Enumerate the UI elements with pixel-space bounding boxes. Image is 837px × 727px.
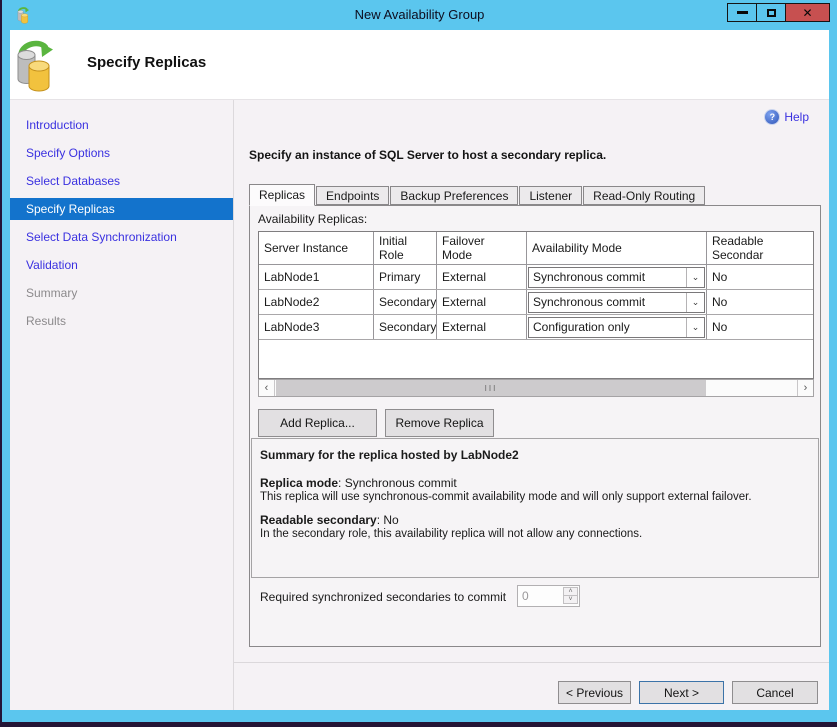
cell-failover-mode: External [437,315,527,339]
stepper-value: 0 [522,589,529,603]
cell-failover-mode: External [437,265,527,289]
step-validation[interactable]: Validation [10,254,233,276]
grid-header-row: Server Instance Initial Role Failover Mo… [259,232,813,265]
readable-secondary-description: In the secondary role, this availability… [260,528,810,540]
step-select-data-synchronization[interactable]: Select Data Synchronization [10,226,233,248]
replicas-grid: Server Instance Initial Role Failover Mo… [258,231,814,379]
wizard-steps-sidebar: Introduction Specify Options Select Data… [10,100,233,710]
col-server-instance: Server Instance [259,232,374,264]
close-button[interactable]: ✕ [785,3,830,22]
tab-strip: Replicas Endpoints Backup Preferences Li… [249,184,706,205]
replica-mode-label: Replica mode [260,476,338,490]
next-button[interactable]: Next > [639,681,724,704]
availability-mode-dropdown[interactable]: Configuration only ⌄ [528,317,705,338]
cancel-button[interactable]: Cancel [732,681,818,704]
window-title: New Availability Group [2,7,837,22]
cell-server-instance: LabNode3 [259,315,374,339]
readable-secondary-label: Readable secondary [260,513,377,527]
cell-readable-secondary: No [707,265,813,289]
replicas-tab-page: Availability Replicas: Server Instance I… [249,205,821,647]
spin-down-icon[interactable]: ˅ [563,595,578,604]
cell-initial-role: Secondary [374,290,437,314]
add-replica-button[interactable]: Add Replica... [258,409,377,437]
dropdown-value: Synchronous commit [529,270,686,284]
cell-initial-role: Primary [374,265,437,289]
scrollbar-thumb[interactable]: III [276,380,706,396]
col-readable-secondary: Readable Secondar [707,232,813,264]
availability-mode-dropdown[interactable]: Synchronous commit ⌄ [528,267,705,288]
page-title: Specify Replicas [87,54,206,71]
previous-button[interactable]: < Previous [558,681,631,704]
step-results: Results [10,310,233,332]
minimize-icon [737,11,748,14]
readable-secondary-value: : No [377,513,399,527]
replica-mode-description: This replica will use synchronous-commit… [260,491,810,503]
cell-readable-secondary: No [707,290,813,314]
maximize-button[interactable] [756,3,786,22]
cell-server-instance: LabNode1 [259,265,374,289]
wizard-header: Specify Replicas [10,30,829,100]
cell-availability-mode: Synchronous commit ⌄ [527,290,707,314]
scroll-left-icon[interactable]: ‹ [259,380,275,396]
remove-replica-button[interactable]: Remove Replica [385,409,494,437]
close-icon: ✕ [802,7,812,19]
table-row[interactable]: LabNode3 Secondary External Configuratio… [259,315,813,340]
dropdown-value: Configuration only [529,320,686,334]
help-icon: ? [765,110,779,124]
replica-mode-value: : Synchronous commit [338,476,457,490]
horizontal-scrollbar[interactable]: ‹ III › [258,379,814,397]
chevron-down-icon[interactable]: ⌄ [686,268,704,287]
tab-listener[interactable]: Listener [519,186,582,205]
table-row[interactable]: LabNode2 Secondary External Synchronous … [259,290,813,315]
main-content: ? Help Specify an instance of SQL Server… [233,100,829,710]
tab-read-only-routing[interactable]: Read-Only Routing [583,186,705,205]
chevron-down-icon[interactable]: ⌄ [686,293,704,312]
col-availability-mode: Availability Mode [527,232,707,264]
instruction-text: Specify an instance of SQL Server to hos… [249,148,606,162]
tab-endpoints[interactable]: Endpoints [316,186,389,205]
step-introduction[interactable]: Introduction [10,114,233,136]
required-secondaries-stepper: 0 ˄ ˅ [517,585,580,607]
step-summary: Summary [10,282,233,304]
dropdown-value: Synchronous commit [529,295,686,309]
col-initial-role: Initial Role [374,232,437,264]
availability-mode-dropdown[interactable]: Synchronous commit ⌄ [528,292,705,313]
dialog-body: Specify Replicas Introduction Specify Op… [10,30,829,710]
cell-initial-role: Secondary [374,315,437,339]
step-specify-options[interactable]: Specify Options [10,142,233,164]
col-failover-mode: Failover Mode [437,232,527,264]
help-label: Help [784,110,809,124]
readable-secondary-line: Readable secondary: No [260,513,810,527]
tab-backup-preferences[interactable]: Backup Preferences [390,186,518,205]
cell-availability-mode: Configuration only ⌄ [527,315,707,339]
cell-readable-secondary: No [707,315,813,339]
table-row[interactable]: LabNode1 Primary External Synchronous co… [259,265,813,290]
tab-replicas[interactable]: Replicas [249,184,315,206]
help-link[interactable]: ? Help [765,110,809,124]
cell-failover-mode: External [437,290,527,314]
replicas-page-icon [15,37,53,93]
availability-replicas-label: Availability Replicas: [258,212,367,226]
footer-divider [234,662,829,663]
chevron-down-icon[interactable]: ⌄ [686,318,704,337]
replica-summary-panel: Summary for the replica hosted by LabNod… [251,438,819,578]
cell-server-instance: LabNode2 [259,290,374,314]
replica-mode-line: Replica mode: Synchronous commit [260,476,810,490]
cell-availability-mode: Synchronous commit ⌄ [527,265,707,289]
titlebar[interactable]: New Availability Group ✕ [2,0,837,30]
step-select-databases[interactable]: Select Databases [10,170,233,192]
scroll-right-icon[interactable]: › [797,380,813,396]
dialog-window: New Availability Group ✕ Specify Replica… [2,0,837,722]
summary-title: Summary for the replica hosted by LabNod… [260,448,810,462]
maximize-icon [767,9,776,17]
minimize-button[interactable] [727,3,757,22]
required-secondaries-label: Required synchronized secondaries to com… [260,590,506,604]
step-specify-replicas[interactable]: Specify Replicas [10,198,233,220]
